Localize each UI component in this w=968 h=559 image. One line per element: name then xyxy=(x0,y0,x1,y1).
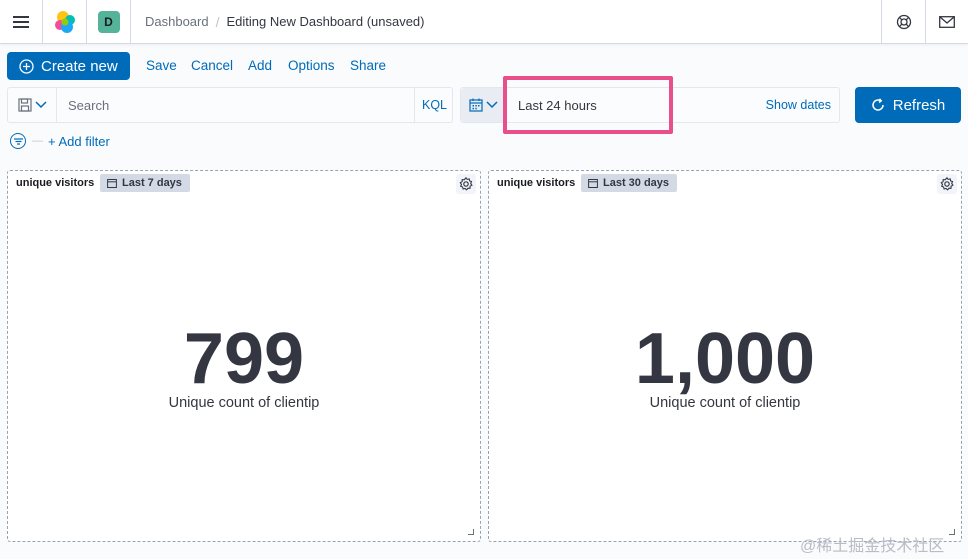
watermark-text: @稀土掘金技术社区 xyxy=(800,538,945,555)
calendar-icon xyxy=(468,98,483,112)
chevron-down-icon xyxy=(34,101,47,109)
dashboard-top-nav: Create new Save Cancel Add Options Share xyxy=(0,44,968,86)
metric-value: 1,000 xyxy=(634,319,816,399)
calendar-icon xyxy=(588,179,598,188)
time-range-label: Last 7 days xyxy=(122,177,182,189)
refresh-label: Refresh xyxy=(892,96,946,114)
breadcrumb: Dashboard / Editing New Dashboard (unsav… xyxy=(145,0,425,43)
query-language-button[interactable]: KQL xyxy=(414,88,454,122)
create-new-button[interactable]: Create new xyxy=(7,52,130,80)
menu-button[interactable] xyxy=(0,0,43,43)
refresh-icon xyxy=(871,98,884,111)
metric-value: 799 xyxy=(183,319,305,399)
breadcrumb-separator: / xyxy=(215,13,220,30)
filter-bar: — + Add filter xyxy=(10,131,110,151)
save-link[interactable]: Save xyxy=(146,58,177,73)
share-link[interactable]: Share xyxy=(350,58,386,73)
resize-handle[interactable] xyxy=(949,529,955,535)
newsfeed-button[interactable] xyxy=(925,0,968,43)
query-bar: KQL xyxy=(7,87,453,123)
add-link[interactable]: Add xyxy=(248,58,272,73)
top-header: D Dashboard / Editing New Dashboard (uns… xyxy=(0,0,968,44)
calendar-icon xyxy=(107,179,117,188)
plus-circle-icon xyxy=(19,58,34,74)
panel-options-button[interactable] xyxy=(937,174,957,194)
quick-select-button[interactable] xyxy=(461,88,505,122)
help-lifebuoy-icon xyxy=(896,14,911,29)
filter-divider: — xyxy=(32,135,43,147)
add-filter-button[interactable]: + Add filter xyxy=(48,134,110,149)
date-range-value[interactable]: Last 24 hours xyxy=(518,98,597,113)
gear-icon xyxy=(459,177,473,191)
home-logo-link[interactable] xyxy=(43,0,87,43)
filter-options-icon[interactable] xyxy=(10,133,26,149)
saved-query-menu-button[interactable] xyxy=(8,88,57,122)
cancel-link[interactable]: Cancel xyxy=(191,58,233,73)
save-disk-icon xyxy=(17,98,32,112)
panel-options-button[interactable] xyxy=(456,174,476,194)
mail-icon xyxy=(939,15,955,28)
refresh-button[interactable]: Refresh xyxy=(855,87,961,123)
gear-icon xyxy=(940,177,954,191)
date-picker: Last 24 hours Show dates xyxy=(460,87,840,123)
options-link[interactable]: Options xyxy=(288,58,335,73)
time-range-badge[interactable]: Last 30 days xyxy=(581,174,678,192)
breadcrumb-current-page: Editing New Dashboard (unsaved) xyxy=(226,14,425,29)
search-input[interactable] xyxy=(58,88,414,122)
metric-label: Unique count of clientip xyxy=(649,395,801,411)
hamburger-icon xyxy=(13,15,29,28)
chevron-down-icon xyxy=(485,101,498,109)
space-avatar: D xyxy=(97,10,120,33)
panel-unique-visitors-7d: unique visitors Last 7 days 799 Unique c… xyxy=(7,170,481,542)
breadcrumb-dashboard[interactable]: Dashboard xyxy=(145,14,209,29)
show-dates-link[interactable]: Show dates xyxy=(766,98,831,112)
time-range-badge[interactable]: Last 7 days xyxy=(100,174,190,192)
panel-title: unique visitors xyxy=(16,177,95,189)
elastic-logo-icon xyxy=(54,10,75,33)
create-new-label: Create new xyxy=(41,57,118,75)
panel-title: unique visitors xyxy=(497,177,576,189)
metric-label: Unique count of clientip xyxy=(168,395,320,411)
time-range-label: Last 30 days xyxy=(603,177,670,189)
panel-unique-visitors-30d: unique visitors Last 30 days 1,000 Uniqu… xyxy=(488,170,962,542)
resize-handle[interactable] xyxy=(468,529,474,535)
space-selector[interactable]: D xyxy=(87,0,131,43)
help-button[interactable] xyxy=(881,0,925,43)
